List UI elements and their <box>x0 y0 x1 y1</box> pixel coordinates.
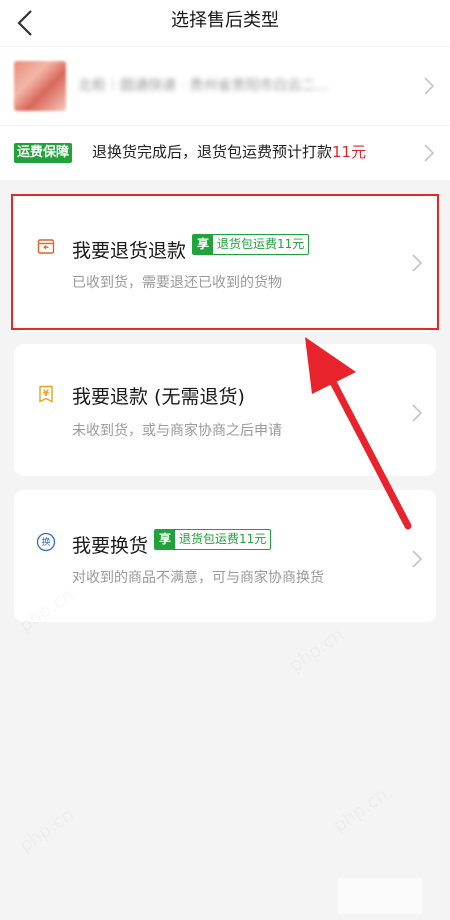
option-title-text: 我要退货退款 <box>72 240 187 262</box>
perk-mark: 享 <box>193 235 214 254</box>
freight-perk-tag: 享退货包运费11元 <box>154 529 272 550</box>
gesture-overlay <box>338 878 422 914</box>
page-title: 选择售后类型 <box>171 10 279 31</box>
perk-text: 退货包运费11元 <box>217 237 305 251</box>
option-refund-only[interactable]: ¥ 我要退款 (无需退货) 未收到货，或与商家协商之后申请 <box>14 344 436 476</box>
option-exchange[interactable]: 换 我要换货享退货包运费11元 对收到的商品不满意，可与商家协商换货 <box>14 490 436 622</box>
chevron-right-icon <box>412 550 423 568</box>
option-subtitle: 已收到货，需要退还已收到的货物 <box>72 275 282 291</box>
product-thumbnail <box>14 61 66 111</box>
freight-guarantee-badge: 运费保障 <box>14 143 73 163</box>
chevron-right-icon <box>412 404 423 422</box>
product-info-text: 北柜｜圆通快递 · 贵州省贵阳市白云二... <box>78 78 329 94</box>
watermark: php.cn <box>15 804 78 857</box>
freight-refund-amount: 11元 <box>332 143 367 161</box>
watermark: php.cn <box>285 624 348 677</box>
option-title: 我要退货退款享退货包运费11元 <box>72 234 310 263</box>
top-nav-bar: 选择售后类型 <box>0 0 450 46</box>
freight-guarantee-row[interactable]: 运费保障 退换货完成后，退货包运费预计打款11元 <box>0 126 450 180</box>
option-title: 我要退款 (无需退货) <box>72 386 245 408</box>
option-title: 我要换货享退货包运费11元 <box>72 529 272 558</box>
svg-text:换: 换 <box>41 536 50 548</box>
option-subtitle: 未收到货，或与商家协商之后申请 <box>72 423 282 439</box>
svg-text:¥: ¥ <box>43 389 50 399</box>
chevron-right-icon <box>424 77 435 95</box>
perk-text: 退货包运费11元 <box>179 532 267 546</box>
option-subtitle: 对收到的商品不满意，可与商家协商换货 <box>72 570 324 586</box>
yen-refund-icon: ¥ <box>39 385 53 403</box>
exchange-icon: 换 <box>36 532 56 552</box>
return-package-icon <box>37 239 55 254</box>
freight-guarantee-description: 退换货完成后，退货包运费预计打款 <box>92 143 333 161</box>
product-row[interactable]: 北柜｜圆通快递 · 贵州省贵阳市白云二... <box>0 47 450 125</box>
perk-mark: 享 <box>155 530 176 549</box>
chevron-right-icon <box>424 144 435 162</box>
freight-perk-tag: 享退货包运费11元 <box>192 234 310 255</box>
watermark: php.cn <box>329 784 392 837</box>
option-title-text: 我要换货 <box>72 535 149 557</box>
chevron-right-icon <box>412 254 423 272</box>
freight-guarantee-text: 退换货完成后，退货包运费预计打款11元 <box>92 141 366 162</box>
option-return-refund[interactable]: 我要退货退款享退货包运费11元 已收到货，需要退还已收到的货物 <box>14 194 436 332</box>
